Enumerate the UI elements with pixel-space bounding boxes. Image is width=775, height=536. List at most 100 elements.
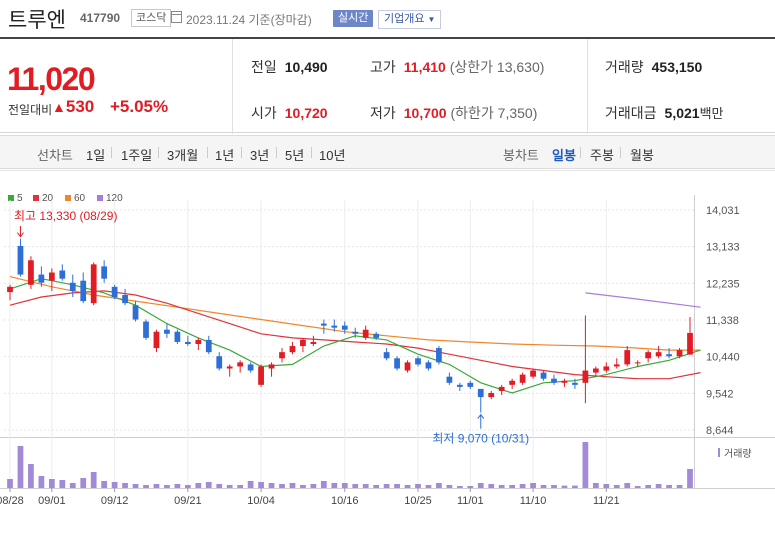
volume-bar [352,484,359,488]
candle-body [28,260,34,285]
volume-bar [7,479,13,488]
volume-bar [592,483,599,488]
min-arrow-icon [477,413,485,429]
volume-bar [477,483,484,488]
candle-body [540,372,547,379]
x-tick-label: 11/21 [593,495,620,507]
candle-body [467,382,474,387]
candle-body [687,332,693,355]
candle-body [634,362,641,364]
volume-bar [561,485,568,488]
candle-body [456,384,463,387]
volume-bar [258,482,264,488]
tab-3y[interactable]: 3년 [250,145,269,164]
candle-body [509,380,516,385]
quote-panel: 11,020 전일대비 ▲530 +5.05% 전일 10,490 시가 10,72… [0,37,775,134]
volume-bar [184,485,191,488]
realtime-button[interactable]: 실시간 [333,10,374,27]
candle-body [101,266,108,279]
volume-bar [394,484,400,488]
min-price-label: 최저 9,070 (10/31) [432,432,529,446]
y-tick-label: 12,235 [706,278,740,290]
high-price: 고가 11,410 (상한가 13,630) [370,59,545,75]
candle-body [247,364,254,371]
volume-bar [132,484,139,488]
candle-body [488,392,495,398]
volume-bar [456,486,463,488]
volume-bar [634,486,641,488]
candle-body [279,352,285,359]
tab-weekly[interactable]: 주봉 [590,145,614,164]
volume-bar [205,482,212,488]
volume-bar [237,485,244,488]
change-percent: +5.05% [110,97,169,116]
volume-bar [268,483,275,488]
candle-body [362,329,369,338]
volume-bar [164,485,170,488]
candle-body [436,348,442,363]
candle-body [7,286,13,293]
candle-body [90,264,97,304]
volume: 거래량 453,150 [605,59,703,75]
volume-bar [320,481,327,488]
max-arrow-icon [17,226,24,238]
candle-body [122,294,128,304]
candle-body [551,378,557,383]
candle-body [184,341,191,344]
volume-bar [38,476,45,488]
volume-bar [436,483,442,488]
tab-1d[interactable]: 1일 [86,145,105,164]
company-overview-button[interactable]: 기업개요 ▼ [378,10,442,29]
candle-body [352,331,359,334]
current-price: 11,020 [7,61,96,97]
tab-monthly[interactable]: 월봉 [630,145,654,164]
candle-body [111,286,118,298]
volume-bar [69,483,76,488]
candle-body [174,331,181,342]
x-tick-label: 11/01 [457,495,484,507]
candle-body [268,364,275,369]
volume-bar [488,484,495,488]
candle-body [195,339,202,344]
chart-tabs: 선차트 1일 1주일 3개월 1년 3년 5년 10년 봉차트 일봉 주봉 월봉 [0,135,775,169]
y-tick-label: 11,338 [706,315,739,327]
stock-name: 트루엔 [8,9,66,32]
tab-daily[interactable]: 일봉 [552,145,576,164]
volume-bar [17,446,24,488]
candle-body [561,380,568,383]
candle-body [132,305,139,320]
volume-bar [90,472,97,488]
volume-bar [645,485,652,488]
market-badge: 코스닥 [131,9,172,27]
volume-bar [446,485,453,488]
volume-bar [551,485,557,488]
volume-bar [111,482,118,488]
volume-bar [341,483,348,488]
candle-body [69,282,76,291]
candle-body [404,362,411,371]
candle-body [666,354,672,357]
x-tick-label: 09/12 [101,495,129,507]
volume-bar [59,480,66,488]
candle-body [383,352,390,359]
tab-3m[interactable]: 3개월 [167,145,198,164]
candle-body [59,270,66,279]
tab-5y[interactable]: 5년 [285,145,304,164]
tab-1y[interactable]: 1년 [215,145,234,164]
change-value: ▲530 [52,97,95,116]
candle-body [582,370,589,383]
candle-body [655,352,662,357]
tab-10y[interactable]: 10년 [319,145,345,164]
candle-body [603,366,610,371]
candle-body [425,362,432,369]
candle-body [530,370,536,377]
volume-bar [530,483,536,488]
legend-ma20-swatch [33,195,39,201]
candle-body [477,388,484,398]
tab-1w[interactable]: 1주일 [121,145,152,164]
volume-bar [216,484,223,488]
volume-bar [498,485,505,488]
max-price-label: 최고 13,330 (08/29) [14,209,117,223]
candle-body [624,350,631,365]
legend-ma5-swatch [8,195,14,201]
